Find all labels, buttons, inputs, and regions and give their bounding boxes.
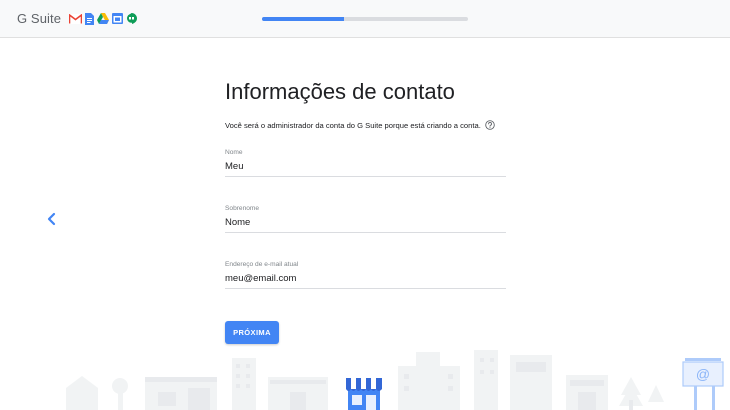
last-name-field: Sobrenome	[225, 205, 506, 233]
docs-icon	[85, 12, 95, 25]
last-name-underline	[225, 232, 506, 233]
calendar-icon	[112, 13, 124, 24]
email-underline	[225, 288, 506, 289]
first-name-input[interactable]	[225, 159, 506, 176]
drive-icon	[97, 13, 110, 24]
last-name-label: Sobrenome	[225, 205, 260, 212]
gmail-icon	[69, 13, 83, 24]
svg-text:@: @	[696, 366, 710, 382]
email-label: Endereço de e-mail atual	[225, 261, 299, 268]
brand: G Suite	[17, 11, 138, 26]
email-field: Endereço de e-mail atual	[225, 261, 506, 289]
email-billboard-icon: @	[682, 358, 724, 410]
first-name-label: Nome	[225, 149, 243, 156]
hangouts-icon	[127, 12, 138, 24]
brand-logo-text: G Suite	[17, 11, 62, 26]
app-icon-strip	[69, 12, 138, 25]
back-arrow-icon[interactable]	[44, 210, 60, 228]
email-input[interactable]	[225, 271, 506, 288]
help-icon[interactable]	[485, 120, 495, 130]
storefront-icon	[346, 378, 382, 410]
setup-progress-bar	[262, 17, 468, 21]
last-name-input[interactable]	[225, 215, 506, 232]
page-subtitle: Você será o administrador da conta do G …	[225, 120, 506, 130]
setup-progress-fill	[262, 17, 345, 21]
contact-info-form: Informações de contato Você será o admin…	[225, 78, 506, 344]
page-title: Informações de contato	[225, 79, 455, 104]
top-bar: G Suite	[0, 0, 730, 38]
first-name-field: Nome	[225, 149, 506, 177]
subtitle-text: Você será o administrador da conta do G …	[225, 120, 481, 130]
city-skyline-illustration: @	[66, 350, 724, 410]
first-name-underline	[225, 176, 506, 177]
